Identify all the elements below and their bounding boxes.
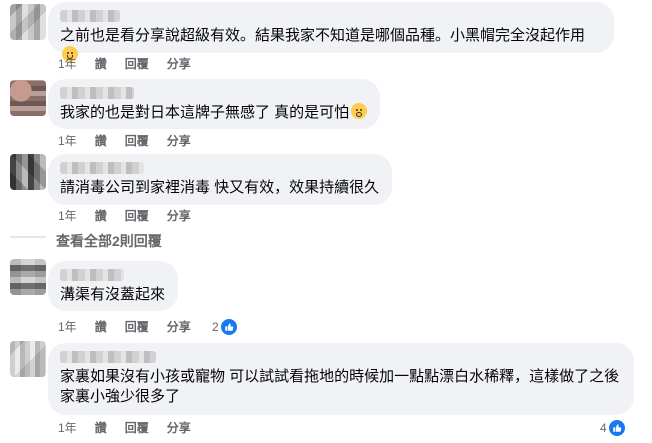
comment-bubble: 之前也是看分享說超級有效。結果我家不知道是哪個品種。小黑帽完全沒起作用 bbox=[48, 2, 614, 62]
share-button[interactable]: 分享 bbox=[167, 319, 191, 335]
replies-connector bbox=[10, 230, 46, 244]
avatar[interactable] bbox=[10, 154, 46, 190]
reply-button[interactable]: 回覆 bbox=[125, 208, 149, 224]
like-button[interactable]: 讚 bbox=[95, 319, 107, 335]
avatar[interactable] bbox=[10, 259, 46, 295]
share-button[interactable]: 分享 bbox=[167, 133, 191, 149]
comment-bubble: 請消毒公司到家裡消毒 快又有效，效果持續很久 bbox=[48, 154, 392, 205]
avatar[interactable] bbox=[10, 341, 46, 377]
commenter-name[interactable] bbox=[60, 87, 134, 99]
comment-age[interactable]: 1年 bbox=[58, 208, 77, 224]
like-button[interactable]: 讚 bbox=[95, 420, 107, 436]
comment-text: 請消毒公司到家裡消毒 快又有效，效果持續很久 bbox=[60, 179, 380, 196]
commenter-name[interactable] bbox=[60, 269, 124, 281]
comments-list: 之前也是看分享說超級有效。結果我家不知道是哪個品種。小黑帽完全沒起作用 1年 讚… bbox=[0, 0, 652, 443]
like-button[interactable]: 讚 bbox=[95, 208, 107, 224]
share-button[interactable]: 分享 bbox=[167, 420, 191, 436]
comment-text: 家裏如果沒有小孩或寵物 可以試試看拖地的時候加一點點漂白水稀釋，這樣做了之後 家… bbox=[60, 368, 620, 405]
like-button[interactable]: 讚 bbox=[95, 56, 107, 72]
comment-actions: 1年 讚 回覆 分享 bbox=[58, 133, 191, 149]
reaction-count: 4 bbox=[600, 421, 607, 435]
like-button[interactable]: 讚 bbox=[95, 133, 107, 149]
comment-age[interactable]: 1年 bbox=[58, 319, 77, 335]
comment-text: 我家的也是對日本這牌子無感了 真的是可怕 bbox=[60, 104, 350, 121]
commenter-name[interactable] bbox=[60, 162, 144, 174]
commenter-name[interactable] bbox=[60, 10, 120, 22]
comment-actions: 1年 讚 回覆 分享 bbox=[58, 208, 191, 224]
reaction-count: 2 bbox=[212, 320, 219, 334]
comment-bubble: 我家的也是對日本這牌子無感了 真的是可怕 bbox=[48, 79, 380, 129]
avatar[interactable] bbox=[10, 80, 46, 116]
avatar[interactable] bbox=[10, 4, 46, 40]
comment-actions: 1年 讚 回覆 分享 bbox=[58, 420, 191, 436]
comment-age[interactable]: 1年 bbox=[58, 133, 77, 149]
comment-text: 溝渠有沒蓋起來 bbox=[60, 286, 166, 303]
share-button[interactable]: 分享 bbox=[167, 56, 191, 72]
commenter-name[interactable] bbox=[60, 351, 156, 363]
reply-button[interactable]: 回覆 bbox=[125, 133, 149, 149]
share-button[interactable]: 分享 bbox=[167, 208, 191, 224]
screaming-face-emoji bbox=[351, 103, 368, 119]
comment-text: 之前也是看分享說超級有效。結果我家不知道是哪個品種。小黑帽完全沒起作用 bbox=[60, 27, 586, 44]
comment-bubble: 家裏如果沒有小孩或寵物 可以試試看拖地的時候加一點點漂白水稀釋，這樣做了之後 家… bbox=[48, 343, 634, 415]
comment-age[interactable]: 1年 bbox=[58, 420, 77, 436]
reply-button[interactable]: 回覆 bbox=[125, 56, 149, 72]
reaction-summary[interactable]: 4 bbox=[600, 420, 625, 436]
like-reaction-icon bbox=[220, 319, 237, 335]
comment-age[interactable]: 1年 bbox=[58, 56, 77, 72]
reply-button[interactable]: 回覆 bbox=[125, 319, 149, 335]
comment-actions: 1年 讚 回覆 分享 bbox=[58, 319, 191, 335]
view-all-replies-link[interactable]: 查看全部2則回覆 bbox=[56, 231, 162, 251]
comment-bubble: 溝渠有沒蓋起來 bbox=[48, 261, 178, 311]
comment-actions: 1年 讚 回覆 分享 bbox=[58, 56, 191, 72]
like-reaction-icon bbox=[608, 420, 625, 436]
reaction-summary[interactable]: 2 bbox=[212, 319, 237, 335]
reply-button[interactable]: 回覆 bbox=[125, 420, 149, 436]
